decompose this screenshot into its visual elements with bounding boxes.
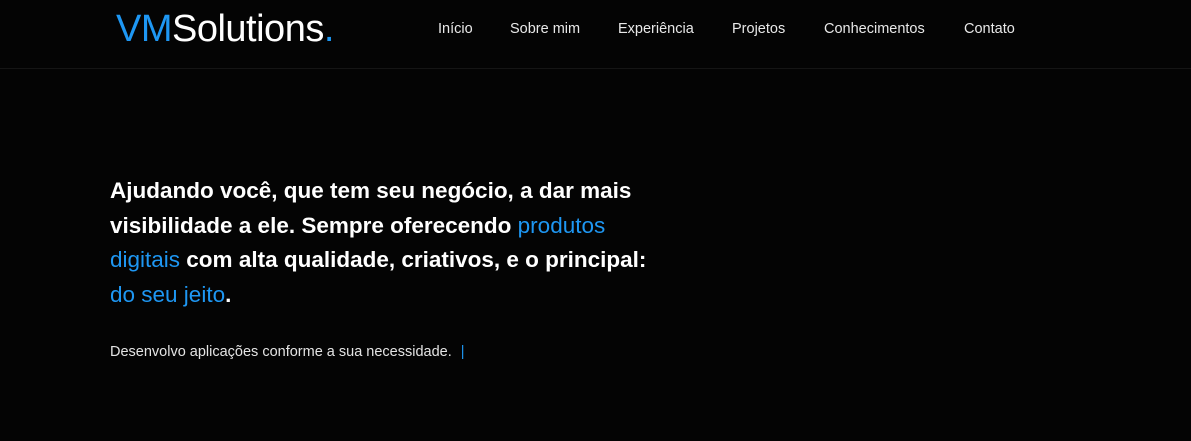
typing-cursor: | bbox=[460, 344, 465, 360]
brand-logo-vm: VM bbox=[116, 8, 173, 50]
nav-item-inicio[interactable]: Início bbox=[438, 20, 473, 38]
hero-subtitle: Desenvolvo aplicações conforme a sua nec… bbox=[110, 343, 465, 361]
hero-headline: Ajudando você, que tem seu negócio, a da… bbox=[110, 174, 650, 312]
nav-item-projetos[interactable]: Projetos bbox=[732, 20, 785, 38]
brand-logo[interactable]: VMSolutions. bbox=[116, 7, 334, 51]
hero-subtitle-text: Desenvolvo aplicações conforme a sua nec… bbox=[110, 344, 452, 360]
brand-logo-dot: . bbox=[323, 8, 335, 50]
nav-item-sobre-mim[interactable]: Sobre mim bbox=[510, 20, 580, 38]
nav-item-experiencia[interactable]: Experiência bbox=[618, 20, 694, 38]
brand-logo-solutions: Solutions bbox=[172, 8, 324, 50]
hero-text-2: com alta qualidade, criativos, e o princ… bbox=[180, 247, 647, 272]
nav-item-conhecimentos[interactable]: Conhecimentos bbox=[824, 20, 925, 38]
site-header: VMSolutions. Início Sobre mim Experiênci… bbox=[0, 0, 1191, 69]
hero-highlight-do-seu-jeito: do seu jeito bbox=[110, 281, 226, 307]
hero-text-3: . bbox=[225, 281, 232, 307]
nav-item-contato[interactable]: Contato bbox=[964, 20, 1015, 38]
